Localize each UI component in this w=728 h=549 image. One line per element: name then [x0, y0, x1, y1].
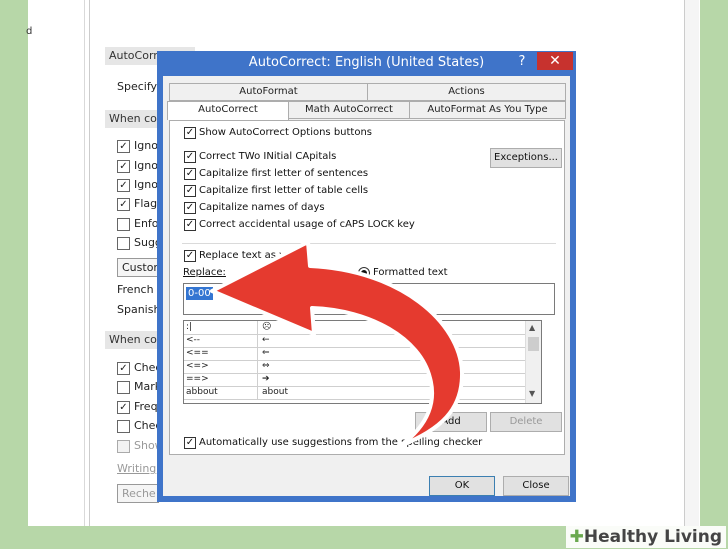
bg-checkbox-6[interactable]	[117, 237, 130, 250]
group-divider	[182, 243, 556, 244]
option-label-3: Capitalize first letter of table cells	[199, 185, 369, 196]
custom-dictionaries-button[interactable]: Custon	[117, 258, 159, 277]
list-item-replace: <--	[186, 335, 201, 345]
list-item-replace: :|	[186, 322, 193, 332]
formatted-text-radio[interactable]	[358, 267, 370, 279]
list-item[interactable]: <=> ⇔	[184, 360, 540, 374]
bg2-checkbox-4[interactable]	[117, 420, 130, 433]
option-checkbox-2[interactable]: ✓	[184, 168, 196, 180]
list-item-with: ⇔	[262, 361, 270, 371]
option-label-1: Correct TWo INitial CApitals	[199, 151, 337, 162]
list-item-with: ➔	[262, 374, 270, 384]
spanish-modes-label: Spanish	[117, 303, 161, 316]
bg-checkbox-1[interactable]: ✓	[117, 140, 130, 153]
exceptions-button[interactable]: Exceptions...	[490, 148, 562, 168]
recheck-document-button[interactable]: Reche	[117, 484, 159, 503]
bg2-checkbox-3[interactable]: ✓	[117, 401, 130, 414]
list-item-with: ☹	[262, 322, 272, 332]
list-item-with: ⇐	[262, 348, 270, 358]
spelling-suggestions-checkbox[interactable]: ✓	[184, 437, 196, 449]
plus-icon: ✚	[569, 527, 584, 547]
scroll-up-icon[interactable]: ▲	[529, 323, 535, 332]
bg2-checkbox-2[interactable]	[117, 381, 130, 394]
close-button[interactable]: Close	[503, 476, 569, 496]
spelling-suggestions-label: Automatically use suggestions from the s…	[199, 437, 483, 448]
french-modes-label: French	[117, 283, 154, 296]
autocorrect-dialog: AutoCorrect: English (United States) ? ✕…	[157, 51, 576, 502]
tab-math-autocorrect[interactable]: Math AutoCorrect	[288, 101, 410, 119]
options-scrollbar[interactable]	[684, 0, 699, 526]
tab-autoformat-as-you-type[interactable]: AutoFormat As You Type	[409, 101, 566, 119]
bg2-checkbox-1[interactable]: ✓	[117, 362, 130, 375]
list-item-with: about	[262, 387, 288, 397]
writing-style-label: Writing	[117, 462, 157, 475]
list-item-with: ←	[262, 335, 270, 345]
replace-as-you-type-checkbox[interactable]: ✓	[184, 250, 196, 262]
bg2-label-3: Freq	[134, 400, 158, 413]
list-item[interactable]: <-- ←	[184, 334, 540, 348]
list-item-replace: <==	[186, 348, 209, 358]
list-item-replace: ==>	[186, 374, 209, 384]
bg-label-2: Igno	[134, 159, 158, 172]
close-window-button[interactable]: ✕	[537, 52, 573, 70]
autocorrect-panel: ✓ Show AutoCorrect Options buttons ✓ Cor…	[169, 120, 565, 455]
option-checkbox-4[interactable]: ✓	[184, 202, 196, 214]
add-button[interactable]: Add	[415, 412, 487, 432]
bg2-checkbox-5[interactable]	[117, 440, 130, 453]
replace-input-value: 0-00	[186, 287, 213, 300]
autocorrect-list[interactable]: :| ☹ <-- ← <== ⇐ <=> ⇔ ==> ➔ abbout about ▲ ▼	[183, 320, 542, 404]
list-item[interactable]: <== ⇐	[184, 347, 540, 361]
option-label-5: Correct accidental usage of cAPS LOCK ke…	[199, 219, 415, 230]
formatted-text-label: Formatted text	[373, 267, 448, 278]
list-item-replace: abbout	[186, 387, 218, 397]
watermark: ✚Healthy Living	[565, 526, 726, 548]
scroll-thumb[interactable]	[528, 337, 539, 351]
specify-text: Specify	[117, 80, 158, 93]
list-item[interactable]: abbout about	[184, 386, 540, 400]
replace-as-you-type-label: Replace text as y	[199, 250, 286, 261]
watermark-text: Healthy Living	[583, 527, 722, 547]
dialog-client: AutoFormat Actions AutoCorrect Math Auto…	[163, 76, 570, 496]
bg-label-1: Igno	[134, 139, 158, 152]
replace-input[interactable]: 0-00	[183, 283, 555, 315]
option-label-2: Capitalize first letter of sentences	[199, 168, 369, 179]
help-button[interactable]: ?	[513, 53, 531, 71]
left-pane-text: d	[26, 26, 33, 37]
option-checkbox-1[interactable]: ✓	[184, 151, 196, 163]
bg-label-5: Enfo	[134, 217, 159, 230]
show-options-checkbox[interactable]: ✓	[184, 127, 196, 139]
list-item-replace: <=>	[186, 361, 209, 371]
option-checkbox-5[interactable]: ✓	[184, 219, 196, 231]
show-options-label: Show AutoCorrect Options buttons	[199, 127, 373, 138]
bg-checkbox-4[interactable]: ✓	[117, 198, 130, 211]
bg-checkbox-2[interactable]: ✓	[117, 160, 130, 173]
tab-actions[interactable]: Actions	[367, 83, 566, 101]
list-item[interactable]: :| ☹	[184, 321, 540, 335]
bg-label-3: Igno	[134, 178, 158, 191]
bg-label-4: Flag	[134, 197, 158, 210]
plain-text-label: xt	[336, 267, 346, 278]
option-checkbox-3[interactable]: ✓	[184, 185, 196, 197]
delete-button[interactable]: Delete	[490, 412, 562, 432]
option-label-4: Capitalize names of days	[199, 202, 325, 213]
bg-checkbox-5[interactable]	[117, 218, 130, 231]
scroll-down-icon[interactable]: ▼	[529, 389, 535, 398]
tab-autocorrect[interactable]: AutoCorrect	[167, 101, 289, 120]
tab-autoformat[interactable]: AutoFormat	[169, 83, 368, 101]
list-item[interactable]: ==> ➔	[184, 373, 540, 387]
left-pane: d	[26, 0, 85, 526]
list-scrollbar[interactable]: ▲ ▼	[525, 321, 541, 403]
bg-checkbox-3[interactable]: ✓	[117, 179, 130, 192]
ok-button[interactable]: OK	[429, 476, 495, 496]
replace-label: Replace:	[183, 267, 226, 278]
